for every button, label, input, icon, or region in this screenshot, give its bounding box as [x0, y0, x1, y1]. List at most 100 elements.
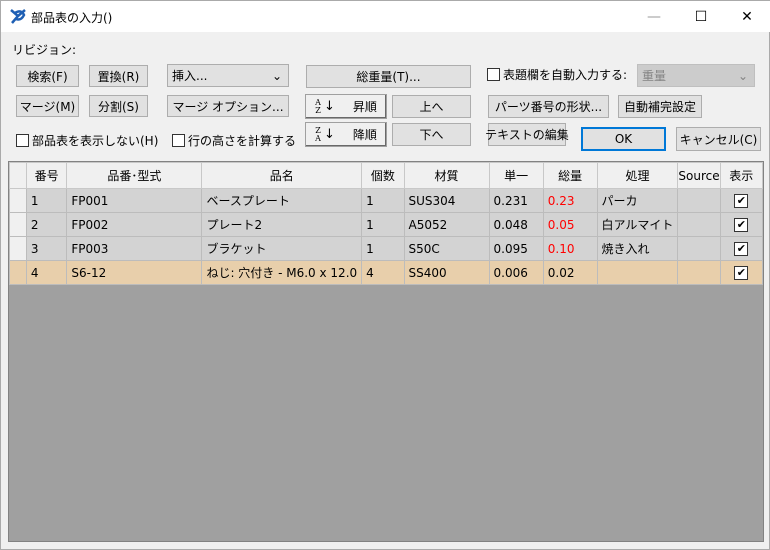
replace-button[interactable]: 置換(R) — [89, 65, 148, 87]
descending-label: 降順 — [352, 128, 377, 142]
table-cell[interactable]: 1 — [25, 188, 68, 213]
edit-text-button[interactable]: テキストの編集 — [485, 123, 569, 146]
table-cell[interactable]: SS400 — [403, 260, 490, 285]
column-header[interactable]: 品番･型式 — [66, 162, 203, 189]
total-weight-button[interactable]: 総重量(T)... — [306, 65, 471, 88]
visible-cell[interactable]: ✔ — [719, 188, 764, 213]
move-up-button[interactable]: 上へ — [392, 95, 471, 118]
table-cell[interactable]: 0.23 — [542, 188, 598, 213]
cancel-button[interactable]: キャンセル(C) — [676, 127, 761, 151]
table-cell[interactable]: 4 — [361, 260, 405, 285]
search-button[interactable]: 検索(F) — [16, 65, 79, 87]
table-cell[interactable]: FP002 — [66, 212, 203, 237]
table-row[interactable]: 4 S6-12 ねじ: 穴付き - M6.0 x 12.0 4 SS400 0.006 0.… — [9, 260, 764, 285]
table-cell[interactable]: SUS304 — [403, 188, 490, 213]
window-title: 部品表の入力() — [31, 11, 113, 25]
close-button[interactable]: ✕ — [724, 1, 770, 32]
sort-descending-icon: Z A ↓ — [315, 125, 335, 143]
table-cell[interactable]: ねじ: 穴付き - M6.0 x 12.0 — [201, 260, 363, 285]
row-header[interactable] — [9, 260, 27, 285]
part-number-format-button[interactable]: パーツ番号の形状... — [488, 95, 609, 118]
table-cell[interactable]: ブラケット — [201, 236, 363, 261]
table-row[interactable]: 3 FP003 ブラケット 1 S50C 0.095 0.10 焼き入れ ✔ — [9, 236, 764, 261]
checkbox-label: 表題欄を自動入力する: — [503, 68, 628, 82]
table-cell[interactable]: 0.048 — [488, 212, 544, 237]
table-cell[interactable]: S6-12 — [66, 260, 203, 285]
visible-checkbox[interactable]: ✔ — [734, 218, 749, 232]
table-cell[interactable] — [677, 236, 721, 261]
chevron-down-icon: ⌄ — [271, 68, 282, 83]
table-cell[interactable] — [596, 260, 679, 285]
table-cell[interactable]: 白アルマイト — [596, 212, 679, 237]
table-cell[interactable]: 0.006 — [488, 260, 544, 285]
minimize-button[interactable]: — — [631, 1, 677, 32]
table-cell[interactable] — [677, 260, 721, 285]
app-logo-icon — [10, 9, 26, 24]
checkbox-box[interactable] — [16, 134, 29, 147]
split-button[interactable]: 分割(S) — [89, 95, 148, 117]
move-down-button[interactable]: 下へ — [392, 123, 471, 146]
checkbox-box[interactable] — [487, 68, 500, 81]
table-cell[interactable] — [677, 188, 721, 213]
visible-cell[interactable]: ✔ — [719, 212, 764, 237]
table-cell[interactable]: S50C — [403, 236, 490, 261]
column-header[interactable]: 処理 — [596, 162, 679, 189]
column-header[interactable]: 表示 — [719, 162, 764, 189]
column-header[interactable]: 材質 — [403, 162, 490, 189]
bom-table: 番号 品番･型式 品名 個数 材質 単一 総量 処理 Source 表示 1 FP001 ベースプレー… — [8, 161, 764, 542]
table-cell[interactable]: 0.095 — [488, 236, 544, 261]
table-cell[interactable]: 焼き入れ — [596, 236, 679, 261]
table-cell[interactable]: 2 — [25, 212, 68, 237]
table-cell[interactable]: 0.02 — [542, 260, 598, 285]
table-cell[interactable]: プレート2 — [201, 212, 363, 237]
hide-bom-checkbox[interactable]: 部品表を表示しない(H) — [16, 132, 158, 149]
column-header[interactable]: 個数 — [361, 162, 405, 189]
row-header[interactable] — [9, 212, 27, 237]
table-cell[interactable]: パーカ — [596, 188, 679, 213]
table-row[interactable]: 1 FP001 ベースプレート 1 SUS304 0.231 0.23 パーカ ✔ — [9, 188, 764, 213]
row-header-corner — [9, 162, 27, 189]
visible-checkbox[interactable]: ✔ — [734, 266, 749, 280]
combo-value: 重量 — [642, 69, 667, 83]
insert-combo[interactable]: 挿入... ⌄ — [167, 64, 289, 87]
checkbox-box[interactable] — [172, 134, 185, 147]
sort-ascending-icon: A Z ↓ — [315, 97, 335, 115]
autocomplete-settings-button[interactable]: 自動補完設定 — [618, 95, 702, 118]
maximize-button[interactable]: ☐ — [678, 1, 724, 32]
table-cell[interactable]: 4 — [25, 260, 68, 285]
table-cell[interactable]: 0.05 — [542, 212, 598, 237]
table-cell[interactable]: 1 — [361, 236, 405, 261]
visible-cell[interactable]: ✔ — [719, 236, 764, 261]
ok-button[interactable]: OK — [581, 127, 666, 151]
visible-cell[interactable]: ✔ — [719, 260, 764, 285]
merge-button[interactable]: マージ(M) — [16, 95, 79, 117]
column-header[interactable]: 品名 — [201, 162, 363, 189]
merge-options-button[interactable]: マージ オプション... — [167, 95, 289, 117]
table-cell[interactable]: ベースプレート — [201, 188, 363, 213]
ascending-label: 昇順 — [352, 100, 377, 114]
title-block-combo[interactable]: 重量 ⌄ — [637, 64, 755, 87]
table-cell[interactable] — [677, 212, 721, 237]
table-cell[interactable]: A5052 — [403, 212, 490, 237]
column-header[interactable]: 総量 — [542, 162, 598, 189]
table-cell[interactable]: FP001 — [66, 188, 203, 213]
column-header[interactable]: 番号 — [25, 162, 68, 189]
table-cell[interactable]: 0.231 — [488, 188, 544, 213]
row-header[interactable] — [9, 236, 27, 261]
ascending-sort-button[interactable]: A Z ↓ 昇順 — [305, 94, 387, 119]
column-header[interactable]: 単一 — [488, 162, 544, 189]
descending-sort-button[interactable]: Z A ↓ 降順 — [305, 122, 387, 147]
table-cell[interactable]: 3 — [25, 236, 68, 261]
table-cell[interactable]: 1 — [361, 188, 405, 213]
revision-label: リビジョン: — [12, 43, 77, 57]
table-cell[interactable]: 1 — [361, 212, 405, 237]
visible-checkbox[interactable]: ✔ — [734, 242, 749, 256]
table-cell[interactable]: FP003 — [66, 236, 203, 261]
table-cell[interactable]: 0.10 — [542, 236, 598, 261]
row-header[interactable] — [9, 188, 27, 213]
title-block-checkbox[interactable]: 表題欄を自動入力する: — [487, 66, 627, 83]
column-header[interactable]: Source — [677, 162, 721, 189]
visible-checkbox[interactable]: ✔ — [734, 194, 749, 208]
row-height-checkbox[interactable]: 行の高さを計算する — [172, 132, 296, 149]
table-row[interactable]: 2 FP002 プレート2 1 A5052 0.048 0.05 白アルマイト ✔ — [9, 212, 764, 237]
